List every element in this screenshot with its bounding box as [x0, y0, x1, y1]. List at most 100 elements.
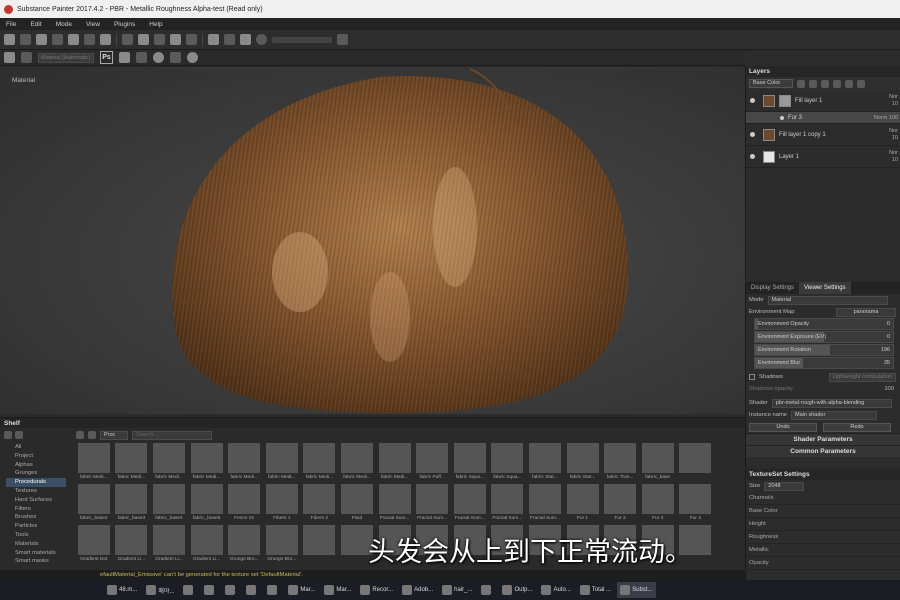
layer-row[interactable]: Layer 1 Nor 10	[746, 146, 900, 168]
taskbar-app-button[interactable]: 매야...	[143, 582, 177, 598]
shelf-resource-tile[interactable]: fabric Medi...	[225, 443, 263, 483]
taskbar-app-button[interactable]	[478, 582, 496, 598]
view-mode-icon[interactable]	[224, 34, 235, 45]
shelf-resource-tile[interactable]: Gradient Li...	[150, 525, 188, 565]
shelf-resource-tile[interactable]: Fluid	[338, 484, 376, 524]
shelf-resource-tile[interactable]: fabric_base	[639, 443, 677, 483]
add-fill-layer-icon[interactable]	[809, 79, 817, 88]
clone-icon[interactable]	[84, 34, 95, 45]
channel-base-color[interactable]: Base Color	[746, 505, 900, 518]
lazy-mouse-icon[interactable]	[154, 34, 165, 45]
shelf-resource-tile[interactable]: fabric Medi...	[150, 443, 188, 483]
shelf-resource-tile[interactable]: Grunge Bru...	[263, 525, 301, 565]
shelf-category-item[interactable]: Procedurals	[6, 478, 66, 487]
shelf-category-item[interactable]: Grunges	[6, 469, 66, 478]
layer-effect-row[interactable]: Fur 3 Norm 100	[746, 112, 900, 124]
env-rotation-slider[interactable]: Environment Rotation 196	[754, 344, 894, 356]
smudge-icon[interactable]	[68, 34, 79, 45]
shelf-resource-tile[interactable]: fabric_base2	[75, 484, 113, 524]
shelf-category-item[interactable]: Smart materials	[6, 549, 66, 558]
shelf-resource-tile[interactable]: fabric Squa...	[451, 443, 489, 483]
shelf-resource-tile[interactable]: fabric_base3	[113, 484, 151, 524]
material-picker-icon[interactable]	[100, 34, 111, 45]
shader-parameters-header[interactable]: Shader Parameters	[746, 433, 900, 445]
screenshot-icon[interactable]	[4, 52, 15, 63]
shelf-category-item[interactable]: Textures	[6, 487, 66, 496]
shelf-resource-tile[interactable]: Gradient Li...	[188, 525, 226, 565]
shelf-resource-tile[interactable]: fabric Medi...	[338, 443, 376, 483]
3d-viewport[interactable]: Material	[0, 67, 745, 414]
shelf-resource-tile[interactable]	[677, 443, 715, 483]
channel-height[interactable]: Height	[746, 518, 900, 531]
shelf-resource-tile[interactable]: Fibers 1	[263, 484, 301, 524]
add-mask-icon[interactable]	[821, 79, 829, 88]
tab-viewer-settings[interactable]: Viewer Settings	[799, 282, 851, 294]
shelf-resource-tile[interactable]: Fractal Sum...	[376, 484, 414, 524]
visibility-eye-icon[interactable]	[780, 115, 784, 120]
shelf-category-item[interactable]: Tools	[6, 531, 66, 540]
menu-file[interactable]: File	[6, 21, 16, 28]
layer-row[interactable]: Fill layer 1 Nor 10	[746, 90, 900, 112]
render-sphere-icon[interactable]	[187, 52, 198, 63]
shelf-resource-tile[interactable]: Fur 4	[677, 484, 715, 524]
shelf-category-item[interactable]: All	[6, 443, 66, 452]
menu-plugins[interactable]: Plugins	[114, 21, 135, 28]
undo-button[interactable]: Undo	[749, 422, 817, 432]
layer-row[interactable]: Fill layer 1 copy 1 Nor 10	[746, 124, 900, 146]
list-view-icon[interactable]	[15, 431, 23, 439]
channel-metallic[interactable]: Metallic	[746, 544, 900, 557]
redo-button[interactable]: Redo	[823, 422, 891, 432]
shelf-resource-tile[interactable]: fabric Medi...	[188, 443, 226, 483]
taskbar-app-button[interactable]	[180, 582, 198, 598]
taskbar-app-button[interactable]: hair_...	[439, 582, 475, 598]
eraser-icon[interactable]	[20, 34, 31, 45]
shelf-resource-tile[interactable]: fabric Star...	[564, 443, 602, 483]
taskbar-app-button[interactable]: 48.m...	[104, 582, 140, 598]
shelf-resource-tile[interactable]: Grunge Bro...	[225, 525, 263, 565]
taskbar-app-button[interactable]: Outp...	[499, 582, 535, 598]
taskbar-app-button[interactable]: Mar...	[321, 582, 354, 598]
settings-gear-icon[interactable]	[153, 52, 164, 63]
shelf-resource-tile[interactable]: Fibers 2	[301, 484, 339, 524]
common-parameters-header[interactable]: Common Parameters	[746, 445, 900, 457]
shelf-category-item[interactable]: Filters	[6, 505, 66, 514]
instance-name-field[interactable]: Main shader	[791, 410, 878, 420]
shadows-opacity-value[interactable]: 100	[884, 386, 894, 392]
layers-stack-icon[interactable]	[170, 52, 181, 63]
bake-icon[interactable]	[136, 52, 147, 63]
channel-select[interactable]: Base Color	[749, 79, 793, 88]
shelf-resource-tile[interactable]: Fractal Sum...	[451, 484, 489, 524]
menu-mode[interactable]: Mode	[56, 21, 72, 28]
shelf-resource-tile[interactable]: Gradient Dot	[75, 525, 113, 565]
shelf-resource-tile[interactable]: fabric Medi...	[75, 443, 113, 483]
channel-opacity[interactable]: Opacity	[746, 557, 900, 570]
shelf-resource-tile[interactable]: Fur 3	[639, 484, 677, 524]
shelf-search-input[interactable]: Search...	[132, 430, 212, 440]
menu-edit[interactable]: Edit	[30, 21, 41, 28]
grid-icon[interactable]	[21, 52, 32, 63]
pen-pressure-icon[interactable]	[170, 34, 181, 45]
shelf-resource-tile[interactable]: fabric_base4	[150, 484, 188, 524]
shelf-category-item[interactable]: Smart masks	[6, 557, 66, 566]
camera-icon[interactable]	[208, 34, 219, 45]
filter-icon[interactable]	[76, 431, 84, 439]
taskbar-app-button[interactable]: Total ...	[577, 582, 614, 598]
taskbar-app-button[interactable]	[222, 582, 240, 598]
cube-icon[interactable]	[240, 34, 251, 45]
size-select[interactable]: 2048	[764, 481, 805, 491]
shelf-filter-tag[interactable]: Proc	[100, 430, 128, 440]
shelf-resource-tile[interactable]: fabric Tran...	[601, 443, 639, 483]
shelf-resource-tile[interactable]: fabric Medi...	[263, 443, 301, 483]
taskbar-app-button[interactable]: Recor...	[357, 582, 396, 598]
shelf-category-item[interactable]: Hard Surfaces	[6, 496, 66, 505]
expand-icon[interactable]	[337, 34, 348, 45]
polygon-fill-icon[interactable]	[122, 34, 133, 45]
taskbar-app-button[interactable]	[243, 582, 261, 598]
grid-view-icon[interactable]	[4, 431, 12, 439]
taskbar-app-button[interactable]: Auto...	[538, 582, 573, 598]
env-map-select[interactable]: panorama	[836, 307, 896, 317]
menu-help[interactable]: Help	[149, 21, 162, 28]
env-opacity-slider[interactable]: Environment Opacity 0	[754, 318, 894, 330]
symmetry-icon[interactable]	[138, 34, 149, 45]
brightness-slider[interactable]	[272, 36, 332, 43]
